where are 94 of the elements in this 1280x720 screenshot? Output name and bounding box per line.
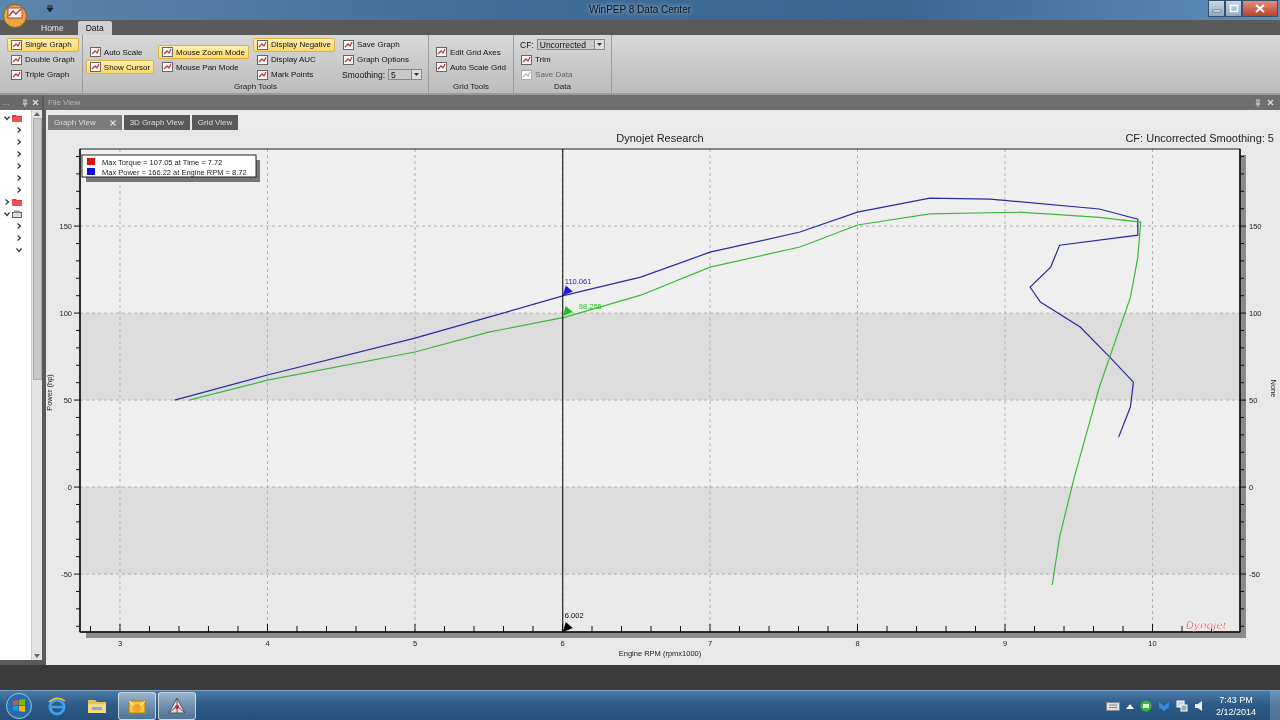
caret-icon — [414, 73, 419, 76]
ribbon-button[interactable]: Mark Points — [253, 67, 335, 82]
chevron-icon[interactable] — [16, 151, 22, 157]
chevron-icon[interactable] — [16, 139, 22, 145]
close-icon[interactable] — [1267, 99, 1274, 106]
graph-icon — [257, 54, 268, 65]
panel-title: File View — [48, 98, 81, 107]
scrollbar[interactable] — [31, 110, 42, 660]
pin-icon[interactable] — [22, 98, 28, 107]
graph-icon — [162, 47, 174, 57]
group-label: Grid Tools — [452, 82, 490, 93]
ribbon-button[interactable]: Display Negative — [253, 37, 335, 52]
graph-icon — [343, 54, 354, 65]
brand-logo: Dynojet — [1185, 619, 1227, 631]
cursor-marker — [562, 306, 573, 317]
ribbon-button[interactable]: Single Graph — [7, 37, 79, 52]
chevron-icon[interactable] — [4, 211, 10, 217]
clock-date: 2/12/2014 — [1215, 705, 1256, 718]
graph-icon — [257, 69, 268, 80]
dropdown-field[interactable]: 5 — [388, 69, 422, 80]
view-tab[interactable]: 3D Graph View — [123, 115, 190, 130]
triangle-icon — [167, 695, 187, 716]
ribbon-button[interactable]: Auto Scale — [85, 45, 155, 59]
pane-menu[interactable]: ... — [3, 98, 10, 107]
folder-icon — [12, 198, 22, 206]
ribbon-button[interactable]: Double Graph — [7, 52, 79, 67]
graph-icon — [162, 62, 174, 72]
ribbon-button[interactable]: Save Graph — [339, 37, 425, 52]
dropdown-label: CF: — [520, 39, 534, 50]
ribbon-tab[interactable]: Data — [77, 21, 112, 35]
network-icon[interactable] — [1175, 699, 1188, 712]
ribbon-tab[interactable]: Home — [33, 21, 72, 35]
taskbar-app[interactable] — [158, 691, 196, 720]
graph-icon — [343, 39, 354, 50]
chevron-icon[interactable] — [16, 127, 22, 133]
graph-icon — [436, 47, 447, 57]
taskbar-app[interactable] — [118, 691, 156, 720]
cursor-marker — [562, 622, 573, 632]
keyboard-icon[interactable] — [1105, 700, 1120, 711]
scroll-up-icon — [34, 112, 40, 116]
close-button[interactable] — [1242, 0, 1278, 17]
ribbon-button[interactable]: Display AUC — [253, 52, 335, 67]
ribbon-button[interactable]: Mouse Pan Mode — [158, 60, 249, 74]
chevron-icon[interactable] — [16, 223, 22, 229]
chevron-icon[interactable] — [16, 175, 22, 181]
ribbon-button[interactable]: Edit Grid Axes — [432, 45, 511, 59]
dropdown-icon[interactable] — [46, 5, 54, 13]
chart-title: Dynojet Research — [616, 132, 704, 144]
status-icon[interactable] — [1139, 699, 1152, 712]
chevron-icon[interactable] — [16, 247, 22, 253]
clock-time: 7:43 PM — [1219, 693, 1253, 706]
maximize-icon — [1228, 4, 1239, 13]
close-icon[interactable] — [109, 119, 116, 126]
maximize-button[interactable] — [1225, 0, 1242, 17]
chevron-icon[interactable] — [16, 187, 22, 193]
scroll-down-icon — [34, 654, 40, 658]
graph-icon — [11, 39, 22, 50]
graph-icon — [257, 39, 268, 50]
dropdown-field[interactable]: Uncorrected — [536, 39, 605, 50]
ribbon-button[interactable]: Auto Scale Grid — [432, 60, 511, 74]
chevron-icon[interactable] — [4, 199, 10, 205]
clock[interactable]: 7:43 PM 2/12/2014 — [1215, 693, 1256, 718]
window-title: WinPEP 8 Data Center — [588, 4, 692, 15]
cursor-marker — [562, 285, 573, 296]
chart-info: CF: Uncorrected Smoothing: 5 — [1125, 132, 1274, 144]
group-label: Graph Tools — [232, 82, 278, 93]
graph-icon — [521, 54, 533, 65]
minimize-button[interactable] — [1208, 0, 1225, 17]
show-hidden-icon[interactable] — [1125, 702, 1134, 709]
pin-icon[interactable] — [1255, 98, 1261, 107]
view-tab[interactable]: Grid View — [191, 115, 239, 130]
ribbon-button[interactable]: Mouse Zoom Mode — [158, 45, 249, 59]
drive-icon — [12, 210, 22, 218]
folder-icon — [12, 114, 22, 122]
chevron-icon[interactable] — [16, 163, 22, 169]
chevron-icon[interactable] — [4, 115, 10, 121]
group-label: Data — [552, 82, 572, 93]
graph-icon — [521, 69, 533, 80]
caret-icon — [596, 43, 602, 46]
graph-icon — [11, 69, 22, 80]
graph-icon — [436, 62, 447, 72]
ribbon-button[interactable]: Show Cursor — [85, 60, 155, 74]
graph-icon — [89, 47, 101, 57]
browser-icon — [47, 695, 67, 716]
ribbon-button[interactable]: Graph Options — [339, 52, 425, 67]
close-icon[interactable] — [32, 99, 39, 106]
close-icon — [1255, 4, 1265, 13]
chevron-icon[interactable] — [16, 235, 22, 241]
graph-icon — [89, 62, 101, 72]
graph-icon — [11, 54, 22, 65]
windows-logo-icon — [6, 692, 32, 719]
ribbon-button[interactable]: Triple Graph — [7, 67, 79, 82]
dropdown-label: Smoothing: — [342, 69, 385, 80]
ribbon-button[interactable]: Trim — [517, 52, 608, 67]
